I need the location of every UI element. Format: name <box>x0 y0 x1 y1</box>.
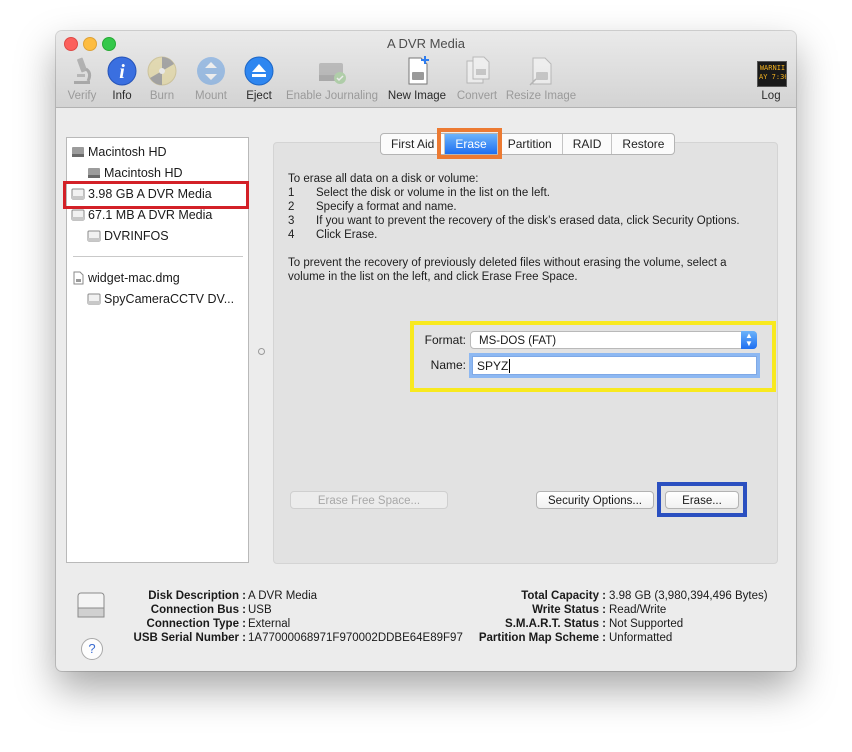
dmg-file-icon <box>73 271 84 285</box>
new-image-button[interactable]: New Image <box>386 53 448 105</box>
window-title: A DVR Media <box>386 36 466 51</box>
eject-button[interactable]: Eject <box>242 53 276 105</box>
internal-disk-icon <box>88 168 100 178</box>
external-disk-icon <box>77 592 105 618</box>
burn-icon <box>147 56 177 86</box>
volume-icon <box>87 293 101 305</box>
format-popup[interactable]: MS-DOS (FAT) ▲ ▼ <box>470 331 757 349</box>
instruction-step: 3 If you want to prevent the recovery of … <box>288 215 740 227</box>
toolbar: A DVR Media Verify i Info Burn Mount Eje… <box>56 31 796 108</box>
verify-button[interactable]: Verify <box>62 53 102 105</box>
internal-disk-icon <box>72 147 84 157</box>
connection-type-value: External <box>248 618 291 630</box>
name-label: Name: <box>430 358 466 372</box>
external-disk-icon <box>71 209 85 221</box>
usb-serial-label: USB Serial Number : <box>133 632 246 644</box>
format-label: Format: <box>424 333 466 347</box>
resize-image-icon <box>529 57 552 86</box>
mount-icon <box>197 57 225 85</box>
disk-list[interactable]: Macintosh HD Macintosh HD 3.98 GB A DVR … <box>66 137 249 563</box>
resize-image-button[interactable]: Resize Image <box>505 53 577 105</box>
name-field[interactable]: SPYZ <box>472 356 757 375</box>
svg-text:i: i <box>119 61 125 83</box>
info-button[interactable]: i Info <box>106 53 138 105</box>
usb-serial-value: 1A77000068971F970002DDBE64E89F97 <box>248 632 463 644</box>
partition-map-label: Partition Map Scheme : <box>478 632 606 644</box>
total-capacity-value: 3.98 GB (3,980,394,496 Bytes) <box>609 590 768 602</box>
connection-type-label: Connection Type : <box>146 618 246 630</box>
convert-icon <box>466 56 490 84</box>
instruction-step: 1 Select the disk or volume in the list o… <box>288 187 550 199</box>
sidebar-divider <box>73 256 243 257</box>
journaling-icon <box>319 63 346 84</box>
microscope-icon <box>74 57 92 84</box>
connection-bus-label: Connection Bus : <box>150 604 246 616</box>
smart-status-value: Not Supported <box>609 618 684 630</box>
burn-button[interactable]: Burn <box>142 53 182 105</box>
info-icon: i <box>107 56 137 86</box>
tab-first-aid[interactable]: First Aid <box>381 134 446 154</box>
tab-restore[interactable]: Restore <box>612 134 674 154</box>
total-capacity-label: Total Capacity : <box>521 590 606 602</box>
split-view-handle[interactable] <box>258 348 265 355</box>
new-image-icon <box>408 56 429 85</box>
tab-raid[interactable]: RAID <box>563 134 613 154</box>
convert-button[interactable]: Convert <box>453 53 501 105</box>
log-button[interactable]: WARNII AY 7:36 Log <box>753 53 789 105</box>
tab-bar: First Aid Erase Partition RAID Restore <box>380 133 676 155</box>
instruction-step: 2 Specify a format and name. <box>288 201 457 213</box>
enable-journaling-button[interactable]: Enable Journaling <box>282 53 382 105</box>
external-disk-icon <box>71 188 85 200</box>
eject-icon <box>244 56 274 86</box>
popup-arrows-icon: ▲ ▼ <box>741 331 757 349</box>
tab-erase[interactable]: Erase <box>445 134 498 154</box>
erase-free-space-button[interactable]: Erase Free Space... <box>290 491 448 509</box>
mount-button[interactable]: Mount <box>190 53 232 105</box>
security-options-button[interactable]: Security Options... <box>536 491 654 509</box>
disk-description-value: A DVR Media <box>248 590 318 602</box>
disk-description-label: Disk Description : <box>148 590 246 602</box>
connection-bus-value: USB <box>248 604 272 616</box>
erase-button[interactable]: Erase... <box>665 491 739 509</box>
erase-instructions: To erase all data on a disk or volume: 1… <box>288 172 758 284</box>
console-log-icon: WARNII AY 7:36 <box>757 61 787 87</box>
disk-utility-window: A DVR Media Verify i Info Burn Mount Eje… <box>56 31 796 671</box>
smart-status-label: S.M.A.R.T. Status : <box>505 618 606 630</box>
text-cursor <box>509 359 511 373</box>
tab-partition[interactable]: Partition <box>498 134 563 154</box>
partition-map-value: Unformatted <box>609 632 673 644</box>
write-status-value: Read/Write <box>609 604 667 616</box>
write-status-label: Write Status : <box>532 604 606 616</box>
help-button[interactable]: ? <box>81 638 103 660</box>
instruction-step: 4 Click Erase. <box>288 229 378 241</box>
volume-icon <box>87 230 101 242</box>
